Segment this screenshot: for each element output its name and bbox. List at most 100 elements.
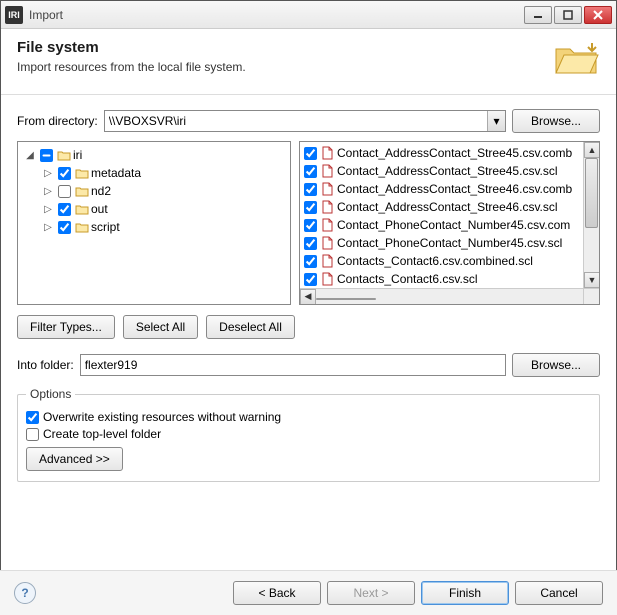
file-icon: [320, 200, 334, 214]
file-checkbox[interactable]: [304, 165, 317, 178]
tree-root[interactable]: ◢ iri: [20, 146, 288, 164]
toplevel-label[interactable]: Create top-level folder: [43, 427, 161, 441]
tree-item[interactable]: ▷ out: [20, 200, 288, 218]
file-checkbox[interactable]: [304, 147, 317, 160]
file-icon: [320, 272, 334, 286]
file-icon: [320, 164, 334, 178]
scroll-thumb[interactable]: [316, 298, 376, 300]
overwrite-label[interactable]: Overwrite existing resources without war…: [43, 410, 281, 424]
import-folder-icon: [552, 39, 600, 82]
titlebar: IRI Import: [1, 1, 616, 29]
file-icon: [320, 236, 334, 250]
scroll-down-icon[interactable]: ▼: [584, 272, 600, 288]
window-title: Import: [29, 8, 524, 22]
file-label: Contact_AddressContact_Stree45.csv.scl: [337, 164, 558, 178]
twisty-collapsed-icon[interactable]: ▷: [42, 186, 54, 197]
advanced-button[interactable]: Advanced >>: [26, 447, 123, 471]
tree-item[interactable]: ▷ nd2: [20, 182, 288, 200]
tree-label: iri: [73, 148, 82, 162]
wizard-footer: ? < Back Next > Finish Cancel: [0, 570, 617, 615]
folder-icon: [57, 149, 71, 161]
file-item[interactable]: Contact_PhoneContact_Number45.csv.com: [302, 216, 599, 234]
tree-checkbox[interactable]: [58, 221, 71, 234]
scroll-thumb[interactable]: [585, 158, 598, 228]
file-label: Contact_AddressContact_Stree45.csv.comb: [337, 146, 572, 160]
tree-checkbox[interactable]: [58, 203, 71, 216]
tree-checkbox[interactable]: [58, 167, 71, 180]
file-label: Contact_PhoneContact_Number45.csv.com: [337, 218, 570, 232]
folder-icon: [75, 221, 89, 233]
file-icon: [320, 182, 334, 196]
file-label: Contact_PhoneContact_Number45.csv.scl: [337, 236, 562, 250]
twisty-collapsed-icon[interactable]: ▷: [42, 204, 54, 215]
toplevel-checkbox[interactable]: [26, 428, 39, 441]
file-item[interactable]: Contacts_Contact6.csv.combined.scl: [302, 252, 599, 270]
file-icon: [320, 254, 334, 268]
maximize-button[interactable]: [554, 6, 582, 24]
file-icon: [320, 146, 334, 160]
twisty-collapsed-icon[interactable]: ▷: [42, 222, 54, 233]
twisty-expanded-icon[interactable]: ◢: [24, 150, 36, 161]
file-item[interactable]: Contacts_Contact6.csv.scl: [302, 270, 599, 288]
page-subtitle: Import resources from the local file sys…: [17, 60, 552, 74]
content-area: From directory: ▾ Browse... ◢ iri ▷ metad…: [1, 95, 616, 492]
next-button: Next >: [327, 581, 415, 605]
filter-types-button[interactable]: Filter Types...: [17, 315, 115, 339]
folder-icon: [75, 167, 89, 179]
back-button[interactable]: < Back: [233, 581, 321, 605]
file-checkbox[interactable]: [304, 237, 317, 250]
browse-into-button[interactable]: Browse...: [512, 353, 600, 377]
horizontal-scrollbar[interactable]: ◀ ▶: [300, 288, 599, 304]
minimize-button[interactable]: [524, 6, 552, 24]
into-folder-input[interactable]: [80, 354, 506, 376]
scroll-corner: [583, 288, 599, 304]
tree-label: script: [91, 220, 120, 234]
file-checkbox[interactable]: [304, 219, 317, 232]
file-item[interactable]: Contact_AddressContact_Stree46.csv.comb: [302, 180, 599, 198]
help-button[interactable]: ?: [14, 582, 36, 604]
twisty-collapsed-icon[interactable]: ▷: [42, 168, 54, 179]
tree-label: metadata: [91, 166, 141, 180]
close-button[interactable]: [584, 6, 612, 24]
file-checkbox[interactable]: [304, 273, 317, 286]
file-label: Contact_AddressContact_Stree46.csv.comb: [337, 182, 572, 196]
file-label: Contacts_Contact6.csv.scl: [337, 272, 478, 286]
file-label: Contact_AddressContact_Stree46.csv.scl: [337, 200, 558, 214]
select-all-button[interactable]: Select All: [123, 315, 198, 339]
scroll-left-icon[interactable]: ◀: [300, 289, 316, 305]
tree-checkbox[interactable]: [58, 185, 71, 198]
file-item[interactable]: Contact_AddressContact_Stree45.csv.scl: [302, 162, 599, 180]
wizard-header: File system Import resources from the lo…: [1, 29, 616, 95]
deselect-all-button[interactable]: Deselect All: [206, 315, 295, 339]
browse-from-button[interactable]: Browse...: [512, 109, 600, 133]
tree-item[interactable]: ▷ script: [20, 218, 288, 236]
into-folder-label: Into folder:: [17, 358, 74, 372]
vertical-scrollbar[interactable]: ▲ ▼: [583, 142, 599, 288]
finish-button[interactable]: Finish: [421, 581, 509, 605]
overwrite-checkbox[interactable]: [26, 411, 39, 424]
options-legend: Options: [26, 387, 75, 401]
page-title: File system: [17, 39, 552, 56]
file-checkbox[interactable]: [304, 183, 317, 196]
file-item[interactable]: Contact_AddressContact_Stree45.csv.comb: [302, 144, 599, 162]
scroll-up-icon[interactable]: ▲: [584, 142, 600, 158]
file-checkbox[interactable]: [304, 255, 317, 268]
source-tree-pane[interactable]: ◢ iri ▷ metadata ▷ nd2 ▷ out ▷ script: [17, 141, 291, 305]
file-item[interactable]: Contact_AddressContact_Stree46.csv.scl: [302, 198, 599, 216]
options-group: Options Overwrite existing resources wit…: [17, 387, 600, 482]
chevron-down-icon[interactable]: ▾: [487, 111, 505, 131]
from-directory-label: From directory:: [17, 114, 98, 128]
from-directory-input[interactable]: [105, 114, 487, 128]
tree-item[interactable]: ▷ metadata: [20, 164, 288, 182]
tree-checkbox[interactable]: [40, 149, 53, 162]
folder-icon: [75, 185, 89, 197]
from-directory-combo[interactable]: ▾: [104, 110, 506, 132]
tree-label: out: [91, 202, 108, 216]
cancel-button[interactable]: Cancel: [515, 581, 603, 605]
file-checkbox[interactable]: [304, 201, 317, 214]
file-label: Contacts_Contact6.csv.combined.scl: [337, 254, 533, 268]
file-list-pane[interactable]: Contact_AddressContact_Stree45.csv.comb C…: [299, 141, 600, 305]
tree-label: nd2: [91, 184, 111, 198]
file-item[interactable]: Contact_PhoneContact_Number45.csv.scl: [302, 234, 599, 252]
folder-icon: [75, 203, 89, 215]
